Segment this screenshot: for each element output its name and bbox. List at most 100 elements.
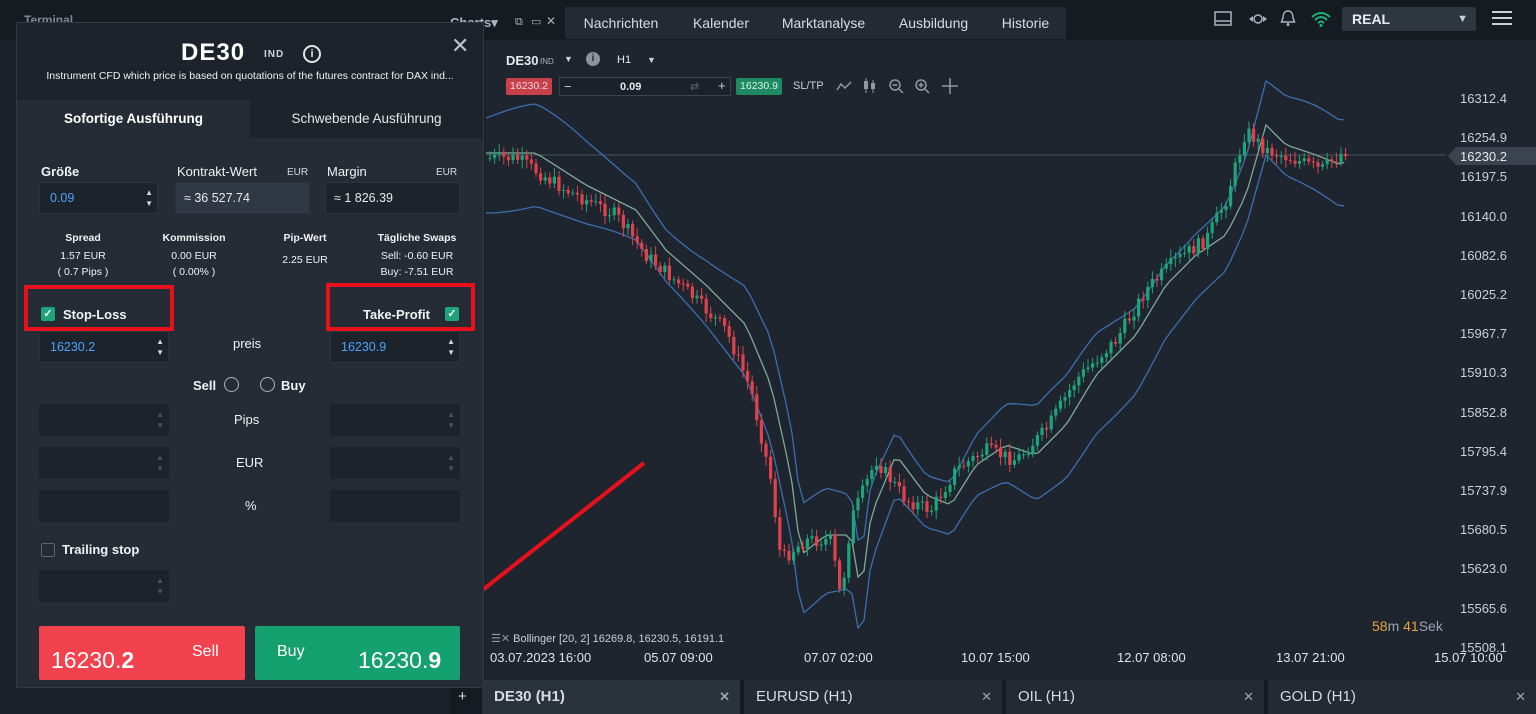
tab-historie[interactable]: Historie [985, 7, 1066, 39]
trailing-stop-input[interactable]: ▲ ▼ [39, 570, 169, 602]
stop-loss-value[interactable]: 16230.2 [50, 340, 95, 354]
close-icon[interactable]: ✕ [1515, 680, 1526, 714]
tp-pips-input[interactable]: ▲ ▼ [330, 404, 460, 436]
price-tick-label: 16312.4 [1460, 91, 1507, 106]
close-icon[interactable]: ✕ [981, 680, 992, 714]
close-icon[interactable]: ✕ [1243, 680, 1254, 714]
tab-label: OIL (H1) [1018, 688, 1075, 705]
take-profit-spinner[interactable]: ▲ ▼ [447, 336, 455, 358]
candle [1265, 139, 1269, 163]
candle [663, 262, 667, 279]
tab-ausbildung[interactable]: Ausbildung [882, 7, 985, 39]
take-profit-checkbox[interactable]: ✓ [445, 307, 459, 321]
candle [1275, 149, 1279, 165]
buy-button[interactable]: Buy 16230.9 [255, 626, 460, 680]
tab-nachrichten[interactable]: Nachrichten [565, 7, 677, 39]
candle [796, 541, 800, 556]
spinner[interactable]: ▲ ▼ [447, 452, 455, 474]
chart-tab-oil[interactable]: OIL (H1) ✕ [1006, 680, 1264, 714]
tab-kalender[interactable]: Kalender [677, 7, 765, 39]
sl-percent-input[interactable] [39, 490, 169, 522]
arrow-up-icon[interactable]: ▲ [156, 336, 164, 347]
candle [1192, 239, 1196, 257]
time-tick-label: 03.07.2023 16:00 [490, 650, 592, 665]
take-profit-value[interactable]: 16230.9 [341, 340, 386, 354]
candle [1229, 178, 1233, 210]
spinner[interactable]: ▲ ▼ [156, 409, 164, 431]
info-icon[interactable]: i [303, 45, 321, 63]
candle [842, 572, 846, 596]
close-icon[interactable]: ✕ [719, 680, 730, 714]
candle [787, 544, 791, 565]
arrow-up-icon[interactable]: ▲ [145, 187, 153, 198]
tp-percent-input[interactable] [330, 490, 460, 522]
tab-marktanalyse[interactable]: Marktanalyse [765, 7, 882, 39]
candle [1307, 154, 1311, 166]
stop-loss-price-input[interactable]: 16230.2 ▲ ▼ [39, 331, 169, 363]
buy-radio[interactable] [260, 377, 275, 392]
sl-pips-input[interactable]: ▲ ▼ [39, 404, 169, 436]
arrow-up-icon[interactable]: ▲ [447, 336, 455, 347]
instrument-type: IND [264, 49, 285, 60]
transfer-icon[interactable] [1248, 10, 1268, 28]
detach-icon[interactable]: ⧉ [515, 16, 523, 29]
take-profit-label[interactable]: Take-Profit [363, 307, 430, 322]
size-spinner[interactable]: ▲ ▼ [145, 187, 153, 209]
candle [1270, 143, 1274, 161]
sell-radio-label[interactable]: Sell [193, 378, 216, 393]
size-stepper[interactable]: 0.09 ▲ ▼ [39, 182, 158, 214]
chart-tab-eurusd[interactable]: EURUSD (H1) ✕ [744, 680, 1002, 714]
candle [718, 314, 722, 323]
tab-instant-execution[interactable]: Sofortige Ausführung [17, 100, 250, 138]
stop-loss-label[interactable]: Stop-Loss [63, 307, 127, 322]
countdown-minutes: 58 [1372, 618, 1388, 634]
commission-pct: ( 0.00% ) [172, 266, 216, 278]
chart-tab-de30[interactable]: DE30 (H1) ✕ [482, 680, 740, 714]
candle [571, 189, 575, 197]
account-mode-select[interactable]: REAL ▼ [1342, 7, 1476, 31]
candle [516, 148, 520, 164]
spinner[interactable]: ▲ ▼ [156, 452, 164, 474]
candle [736, 346, 740, 362]
chart-tab-gold[interactable]: GOLD (H1) ✕ [1268, 680, 1536, 714]
arrow-down-icon[interactable]: ▼ [145, 198, 153, 209]
candle [520, 147, 524, 169]
tab-label: Marktanalyse [781, 15, 866, 31]
close-icon[interactable]: ✕ [451, 33, 469, 59]
stop-loss-checkbox[interactable]: ✓ [41, 307, 55, 321]
tp-eur-input[interactable]: ▲ ▼ [330, 447, 460, 479]
layout-icon[interactable] [1214, 11, 1232, 27]
spinner[interactable]: ▲ ▼ [447, 409, 455, 431]
bell-icon[interactable] [1280, 9, 1296, 27]
spinner[interactable]: ▲ ▼ [156, 575, 164, 597]
tab-label: EURUSD (H1) [756, 688, 853, 705]
candle [828, 530, 832, 545]
time-tick-label: 15.07 10:00 [1434, 650, 1503, 665]
tab-pending-execution[interactable]: Schwebende Ausführung [250, 100, 483, 138]
arrow-down-icon[interactable]: ▼ [156, 347, 164, 358]
countdown-min-unit: m [1387, 618, 1400, 634]
candle [1164, 257, 1168, 274]
indicator-settings-icon[interactable]: ☰✕ [491, 633, 513, 645]
chart-tabs-bar: + DE30 (H1) ✕ EURUSD (H1) ✕ OIL (H1) ✕ GOLD… [450, 680, 1536, 714]
contract-value-label: Kontrakt-Wert [177, 164, 257, 179]
sell-radio[interactable] [224, 377, 239, 392]
candle [1095, 355, 1099, 368]
sl-eur-input[interactable]: ▲ ▼ [39, 447, 169, 479]
close-charts-icon[interactable]: ✕ [546, 14, 556, 28]
candle [552, 168, 556, 188]
maximize-icon[interactable]: ▭ [531, 15, 541, 28]
pip-value-label: Pip-Wert [283, 232, 327, 244]
contract-unit: EUR [287, 167, 309, 178]
size-value[interactable]: 0.09 [50, 191, 74, 205]
arrow-down-icon[interactable]: ▼ [447, 347, 455, 358]
buy-radio-label[interactable]: Buy [281, 378, 306, 393]
hamburger-menu-icon[interactable] [1492, 11, 1512, 25]
stop-loss-spinner[interactable]: ▲ ▼ [156, 336, 164, 358]
trailing-stop-checkbox[interactable] [41, 543, 55, 557]
pip-value: 2.25 EUR [282, 254, 328, 266]
sell-button[interactable]: 16230.2 Sell [39, 626, 245, 680]
trailing-stop-label[interactable]: Trailing stop [62, 542, 139, 557]
take-profit-price-input[interactable]: 16230.9 ▲ ▼ [330, 331, 460, 363]
candle [626, 218, 630, 235]
